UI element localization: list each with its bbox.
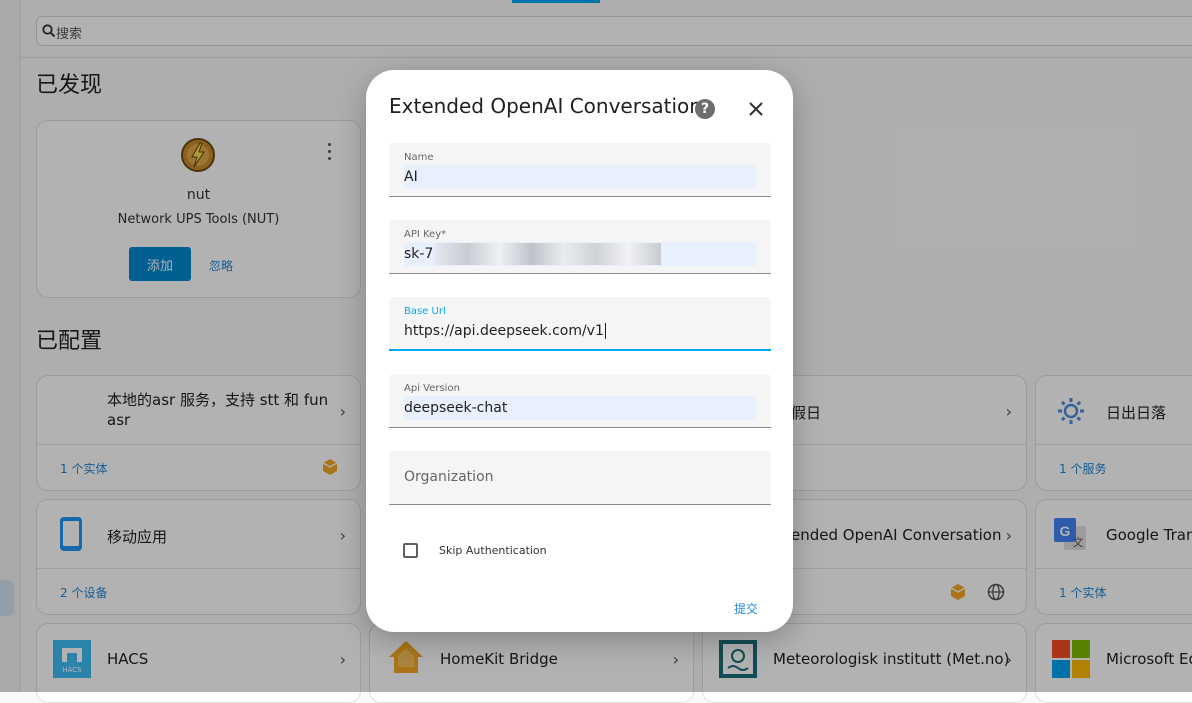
api-key-field[interactable]: API Key* sk-7: [389, 220, 771, 274]
name-field[interactable]: Name AI: [389, 143, 771, 197]
api-version-field[interactable]: Api Version deepseek-chat: [389, 374, 771, 428]
field-value: AI: [404, 165, 756, 189]
config-flow-dialog: Extended OpenAI Conversation ? Name AI A…: [366, 70, 793, 632]
field-value: deepseek-chat: [404, 396, 756, 420]
organization-field[interactable]: Organization: [389, 451, 771, 505]
field-label: Name: [404, 152, 434, 163]
redacted-blur: [435, 243, 662, 265]
field-label: Api Version: [404, 383, 460, 394]
skip-authentication-label: Skip Authentication: [439, 544, 547, 557]
field-placeholder: Organization: [404, 469, 494, 485]
base-url-field[interactable]: Base Url https://api.deepseek.com/v1: [389, 297, 771, 351]
help-icon[interactable]: ?: [695, 99, 715, 119]
field-value: sk-7: [404, 246, 434, 262]
submit-button[interactable]: 提交: [734, 600, 758, 617]
dialog-title: Extended OpenAI Conversation: [389, 94, 702, 118]
field-label: Base Url: [404, 306, 446, 317]
close-icon[interactable]: [746, 99, 766, 119]
field-label: API Key*: [404, 229, 447, 240]
skip-authentication-checkbox[interactable]: [403, 543, 418, 558]
text-cursor: [604, 323, 606, 339]
field-value: https://api.deepseek.com/v1: [404, 323, 604, 339]
